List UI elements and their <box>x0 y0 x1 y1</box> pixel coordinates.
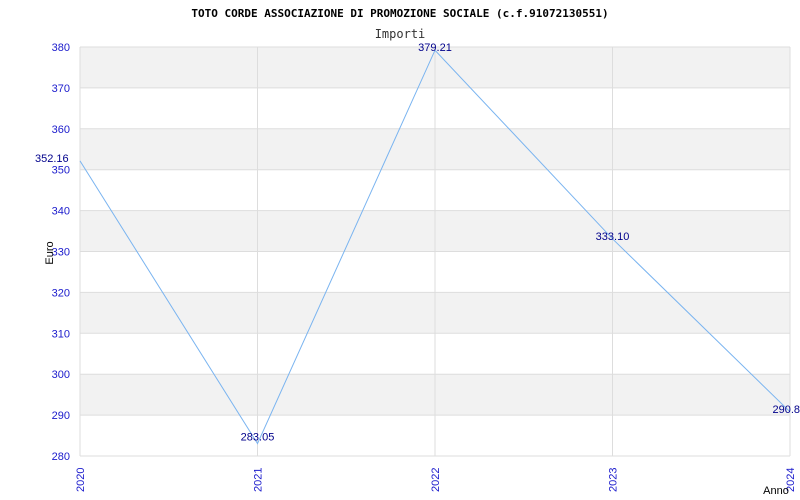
y-tick-label: 370 <box>52 83 70 95</box>
y-tick-label: 280 <box>52 451 70 463</box>
y-tick-label: 350 <box>52 165 70 177</box>
y-tick-label: 310 <box>52 328 70 340</box>
x-tick-labels: 2020 2021 2022 2023 2024 <box>75 468 797 492</box>
data-label: 352.16 <box>35 153 69 165</box>
y-tick-label: 300 <box>52 369 70 381</box>
y-tick-label: 360 <box>52 124 70 136</box>
x-tick-label: 2020 <box>75 468 87 492</box>
chart-title: TOTO CORDE ASSOCIAZIONE DI PROMOZIONE SO… <box>191 7 608 20</box>
y-tick-label: 290 <box>52 410 70 422</box>
y-axis-label: Euro <box>44 241 56 264</box>
x-tick-label: 2021 <box>253 468 265 492</box>
y-tick-label: 320 <box>52 287 70 299</box>
y-tick-label: 380 <box>52 42 70 54</box>
data-label: 379.21 <box>418 42 452 54</box>
x-tick-label: 2023 <box>608 468 620 492</box>
data-label: 283.05 <box>241 432 275 444</box>
chart-subtitle: Importi <box>375 27 426 41</box>
line-chart: 280290300310320330340350360370380 2020 20… <box>35 7 800 497</box>
data-label: 290.8 <box>772 404 800 416</box>
data-label: 333.10 <box>596 231 630 243</box>
x-axis-label: Anno <box>763 485 789 497</box>
x-tick-label: 2022 <box>430 468 442 492</box>
y-tick-label: 340 <box>52 206 70 218</box>
